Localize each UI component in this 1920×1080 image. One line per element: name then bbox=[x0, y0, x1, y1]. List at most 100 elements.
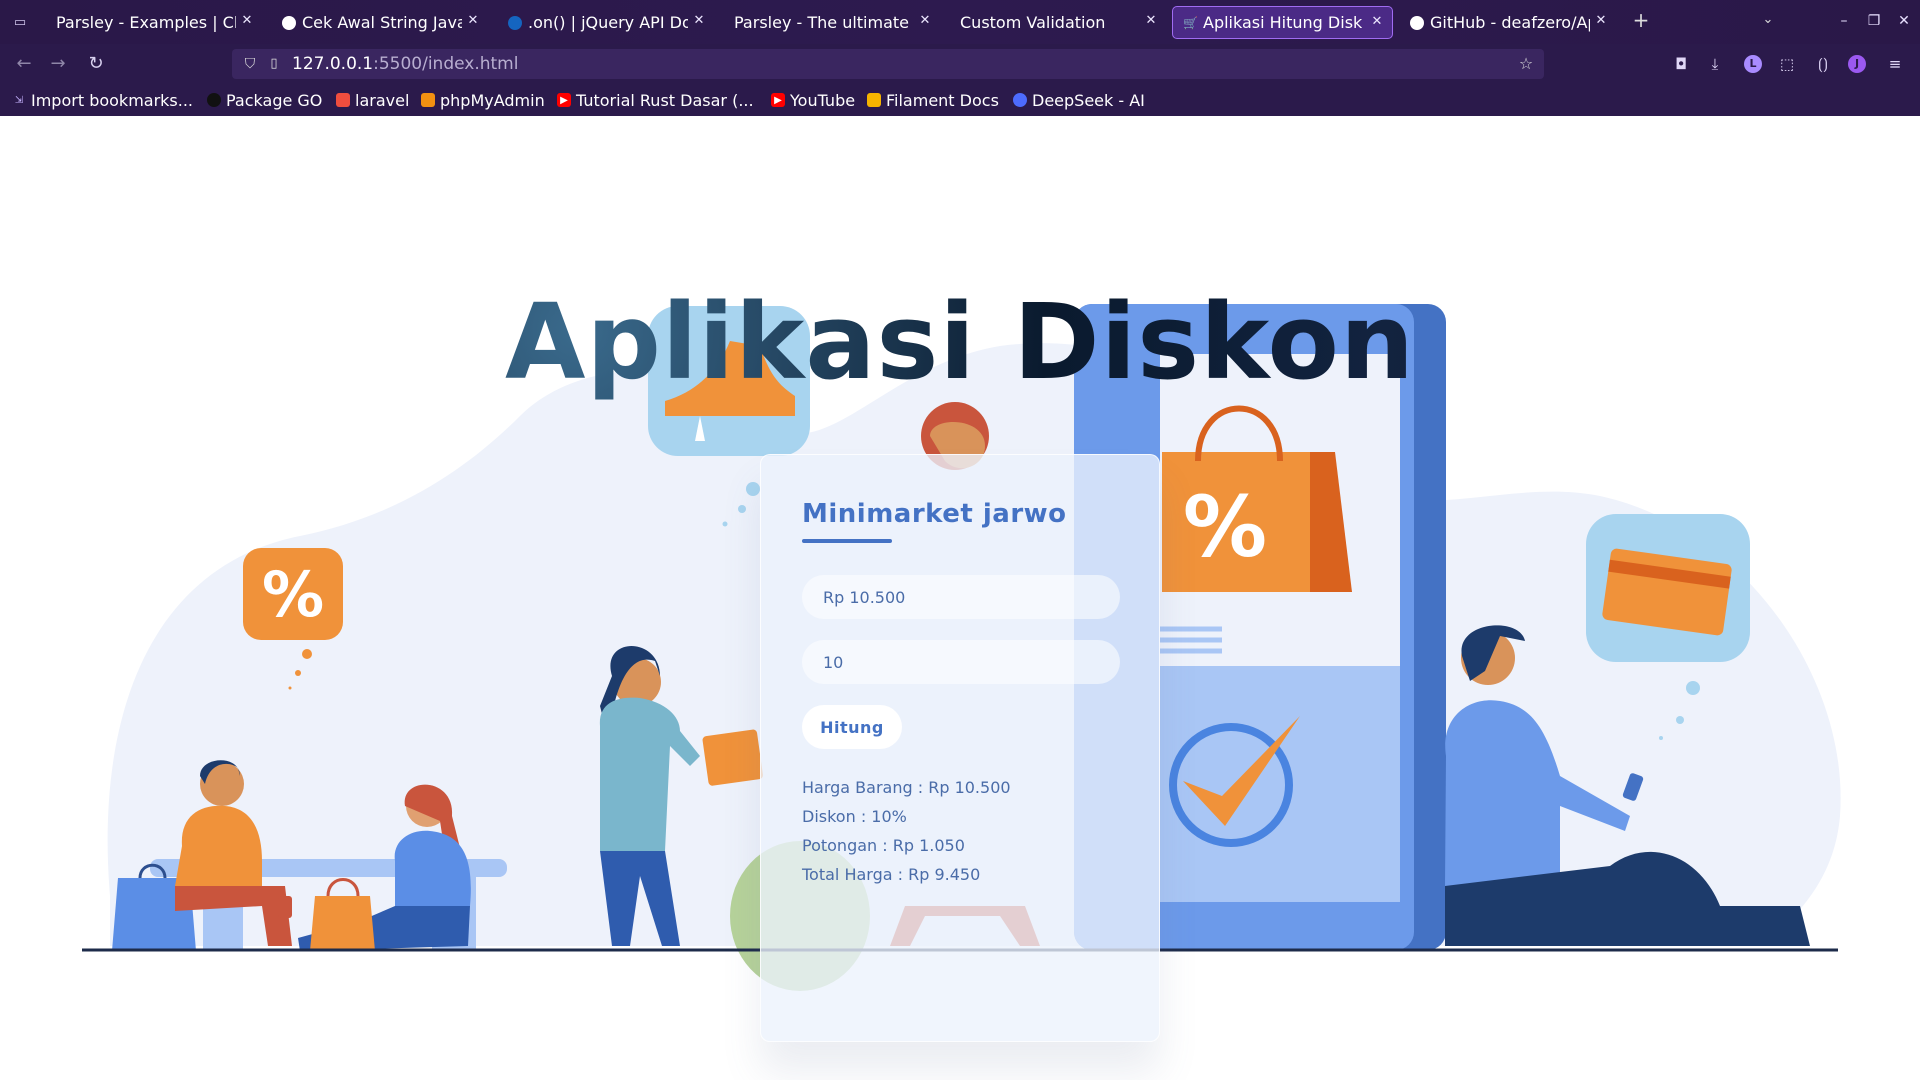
result-diskon: Diskon : 10% bbox=[802, 807, 907, 826]
forward-icon[interactable]: → bbox=[46, 53, 70, 75]
close-icon[interactable]: ✕ bbox=[240, 14, 254, 28]
star-icon[interactable]: ☆ bbox=[1516, 54, 1536, 74]
phone-icon bbox=[278, 896, 292, 918]
laravel-icon bbox=[336, 93, 350, 107]
discount-input[interactable] bbox=[802, 640, 1120, 684]
bookmark-package-go[interactable]: Package GO bbox=[207, 90, 322, 110]
bookmark-deepseek[interactable]: DeepSeek - AI bbox=[1013, 90, 1145, 110]
url-host: 127.0.0.1 bbox=[292, 54, 374, 74]
deepseek-icon bbox=[1013, 93, 1027, 107]
tab-parsley-ultimate[interactable]: Parsley - The ultimate ✕ bbox=[724, 6, 940, 39]
bubble-dot bbox=[746, 482, 760, 496]
percent-glyph: % bbox=[1183, 478, 1267, 576]
cart-icon: 🛒 bbox=[1183, 15, 1198, 30]
bookmark-label: Import bookmarks... bbox=[31, 90, 194, 110]
close-window-icon[interactable]: ✕ bbox=[1892, 10, 1916, 32]
bubble-dot bbox=[1659, 736, 1663, 740]
bubble-dot bbox=[302, 649, 312, 659]
tab-github[interactable]: GitHub - deafzero/Ap ✕ bbox=[1400, 6, 1616, 39]
navigation-bar: ← → ↻ ⛉ ▯ 127.0.0.1:5500/index.html ☆ ◘ … bbox=[0, 44, 1920, 84]
tab-title: GitHub - deafzero/Ap bbox=[1430, 13, 1590, 32]
bubble-dot bbox=[738, 505, 746, 513]
tab-jquery-api[interactable]: .on() | jQuery API Do ✕ bbox=[498, 6, 714, 39]
pocket-icon[interactable]: ◘ bbox=[1670, 53, 1692, 75]
close-icon[interactable]: ✕ bbox=[1370, 15, 1384, 29]
bookmark-label: Package GO bbox=[226, 90, 323, 110]
youtube-icon: ▶ bbox=[771, 93, 785, 107]
page-title: Aplikasi Diskon bbox=[0, 281, 1920, 403]
menu-icon[interactable]: ≡ bbox=[1884, 53, 1906, 75]
result-total-harga: Total Harga : Rp 9.450 bbox=[802, 865, 981, 884]
tab-title: Aplikasi Hitung Disk bbox=[1203, 13, 1363, 32]
result-potongan: Potongan : Rp 1.050 bbox=[802, 836, 965, 855]
hitung-button[interactable]: Hitung bbox=[802, 705, 902, 749]
result-harga-barang: Harga Barang : Rp 10.500 bbox=[802, 778, 1011, 797]
store-name: Minimarket jarwo bbox=[802, 499, 1067, 529]
youtube-icon: ▶ bbox=[557, 93, 571, 107]
filament-icon bbox=[867, 93, 881, 107]
page-icon[interactable]: ▯ bbox=[265, 55, 283, 73]
close-icon[interactable]: ✕ bbox=[918, 14, 932, 28]
bookmark-label: Tutorial Rust Dasar (... bbox=[576, 90, 754, 110]
developer-icon[interactable]: ⟮⟯ bbox=[1812, 53, 1834, 75]
back-icon[interactable]: ← bbox=[12, 53, 36, 75]
tab-title: Parsley - Examples | Cl bbox=[56, 13, 236, 32]
reload-icon[interactable]: ↻ bbox=[84, 53, 108, 75]
bookmark-label: phpMyAdmin bbox=[440, 90, 545, 110]
bookmark-label: Filament Docs bbox=[886, 90, 999, 110]
tab-list-icon[interactable]: ▭ bbox=[8, 10, 32, 34]
phpmyadmin-icon bbox=[421, 93, 435, 107]
tab-aplikasi-hitung-diskon[interactable]: 🛒 Aplikasi Hitung Disk ✕ bbox=[1172, 6, 1393, 39]
restore-icon[interactable]: ❐ bbox=[1862, 10, 1886, 32]
tab-custom-validation[interactable]: Custom Validation ✕ bbox=[950, 6, 1166, 39]
bookmark-import[interactable]: ⇲ Import bookmarks... bbox=[12, 90, 193, 110]
tab-cek-awal-string[interactable]: Cek Awal String Java ✕ bbox=[272, 6, 488, 39]
github-icon bbox=[207, 93, 221, 107]
profile-icon[interactable]: J bbox=[1848, 55, 1866, 73]
extensions-icon[interactable]: ⬚ bbox=[1776, 53, 1798, 75]
close-icon[interactable]: ✕ bbox=[692, 14, 706, 28]
bookmark-label: YouTube bbox=[790, 90, 856, 110]
close-icon[interactable]: ✕ bbox=[466, 14, 480, 28]
bubble-dot bbox=[1686, 681, 1700, 695]
site-icon bbox=[282, 15, 296, 30]
close-icon[interactable]: ✕ bbox=[1594, 14, 1608, 28]
bookmark-tutorial-rust[interactable]: ▶ Tutorial Rust Dasar (... bbox=[557, 90, 754, 110]
download-icon[interactable]: ⤓ bbox=[1704, 53, 1726, 75]
minimize-icon[interactable]: – bbox=[1832, 10, 1856, 32]
percent-glyph: % bbox=[262, 558, 324, 631]
import-icon: ⇲ bbox=[14, 94, 24, 106]
url-text[interactable]: 127.0.0.1:5500/index.html bbox=[292, 54, 518, 74]
bookmark-phpmyadmin[interactable]: phpMyAdmin bbox=[421, 90, 545, 110]
chevron-down-icon[interactable]: ⌄ bbox=[1758, 12, 1778, 32]
discount-card: Minimarket jarwo Hitung Harga Barang : R… bbox=[760, 454, 1160, 1042]
tab-title: Parsley - The ultimate bbox=[734, 13, 910, 32]
bookmark-label: DeepSeek - AI bbox=[1032, 90, 1145, 110]
tab-title: Cek Awal String Java bbox=[302, 13, 462, 32]
bookmark-youtube[interactable]: ▶ YouTube bbox=[771, 90, 855, 110]
new-tab-icon[interactable]: + bbox=[1630, 9, 1652, 31]
tab-title: Custom Validation bbox=[960, 13, 1106, 32]
bookmark-label: laravel bbox=[355, 90, 410, 110]
close-icon[interactable]: ✕ bbox=[1144, 14, 1158, 28]
github-icon bbox=[1410, 15, 1424, 30]
shield-icon[interactable]: ⛉ bbox=[241, 55, 259, 73]
jquery-icon bbox=[508, 15, 522, 30]
url-path: :5500/index.html bbox=[373, 54, 519, 74]
account-avatar-icon[interactable]: L bbox=[1744, 55, 1762, 73]
bookmark-filament-docs[interactable]: Filament Docs bbox=[867, 90, 999, 110]
bubble-dot bbox=[1676, 716, 1684, 724]
price-input[interactable] bbox=[802, 575, 1120, 619]
phone-screen-bottom bbox=[1160, 666, 1400, 902]
shopping-bag-icon bbox=[310, 896, 375, 951]
bubble-dot bbox=[722, 521, 728, 527]
tab-bar: ▭ Parsley - Examples | Cl ✕ Cek Awal Str… bbox=[0, 0, 1920, 44]
tablet-icon bbox=[702, 729, 763, 786]
tab-title: .on() | jQuery API Do bbox=[528, 13, 688, 32]
tab-parsley-examples[interactable]: Parsley - Examples | Cl ✕ bbox=[46, 6, 262, 39]
bookmarks-bar: ⇲ Import bookmarks... Package GO laravel… bbox=[0, 84, 1920, 116]
address-bar[interactable]: ⛉ ▯ 127.0.0.1:5500/index.html ☆ bbox=[232, 49, 1544, 79]
bookmark-laravel[interactable]: laravel bbox=[336, 90, 409, 110]
page-content: % % Aplikasi Diskon Minimarket jarwo Rp … bbox=[0, 116, 1920, 1080]
bubble-dot bbox=[295, 670, 301, 676]
